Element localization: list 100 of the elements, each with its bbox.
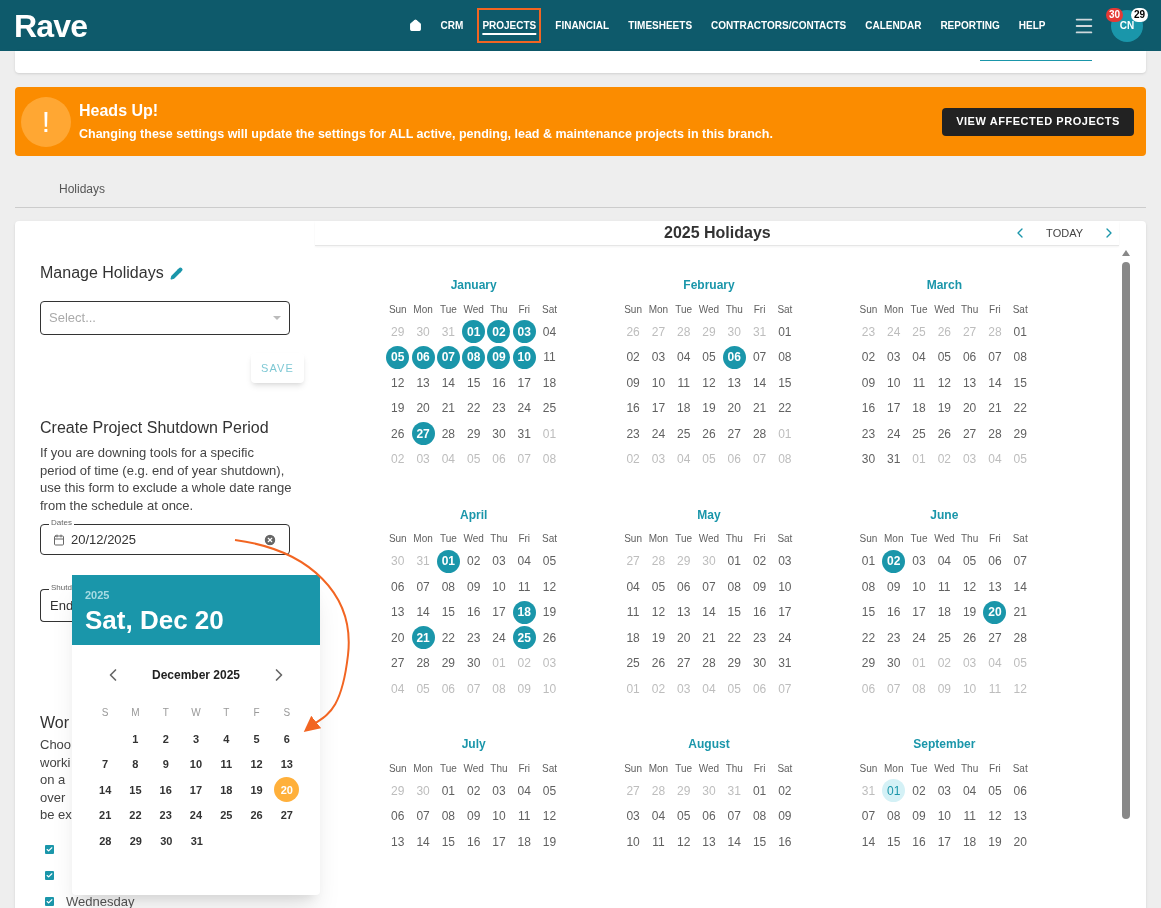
- nav-link[interactable]: CALENDAR: [860, 8, 927, 43]
- calendar-day[interactable]: 03: [487, 549, 511, 573]
- calendar-day[interactable]: 09: [462, 804, 486, 828]
- calendar-day[interactable]: 30: [882, 651, 906, 675]
- picker-day[interactable]: 13: [274, 751, 300, 777]
- calendar-day[interactable]: 08: [436, 804, 460, 828]
- calendar-day[interactable]: 23: [487, 396, 511, 420]
- calendar-day[interactable]: 13: [958, 371, 982, 395]
- picker-day[interactable]: 9: [153, 751, 179, 777]
- calendar-day[interactable]: 07: [411, 804, 435, 828]
- picker-day[interactable]: 4: [213, 726, 239, 752]
- calendar-day[interactable]: 19: [538, 830, 562, 854]
- calendar-day[interactable]: 01: [462, 320, 486, 344]
- nav-link[interactable]: PROJECTS: [477, 8, 542, 43]
- picker-day[interactable]: 5: [244, 726, 270, 752]
- picker-day[interactable]: 12: [244, 751, 270, 777]
- calendar-day[interactable]: 14: [697, 600, 721, 624]
- calendar-day[interactable]: 29: [436, 651, 460, 675]
- calendar-day[interactable]: 27: [411, 422, 435, 446]
- calendar-day[interactable]: 04: [512, 779, 536, 803]
- calendar-day[interactable]: 16: [621, 396, 645, 420]
- calendar-day[interactable]: 31: [773, 651, 797, 675]
- calendar-day[interactable]: 26: [646, 651, 670, 675]
- calendar-day[interactable]: 04: [958, 779, 982, 803]
- calendar-day[interactable]: 12: [672, 830, 696, 854]
- calendar-day[interactable]: 26: [538, 626, 562, 650]
- calendar-day[interactable]: 05: [697, 345, 721, 369]
- calendar-day[interactable]: 14: [856, 830, 880, 854]
- calendar-day[interactable]: 01: [1008, 320, 1032, 344]
- calendar-day[interactable]: 10: [512, 345, 536, 369]
- calendar-day[interactable]: 25: [932, 626, 956, 650]
- nav-link[interactable]: TIMESHEETS: [623, 8, 698, 43]
- calendar-day[interactable]: 17: [932, 830, 956, 854]
- calendar-day[interactable]: 09: [882, 575, 906, 599]
- calendar-day[interactable]: 04: [512, 549, 536, 573]
- calendar-day[interactable]: 04: [672, 345, 696, 369]
- calendar-day[interactable]: 20: [386, 626, 410, 650]
- today-button[interactable]: TODAY: [1046, 224, 1083, 242]
- calendar-day[interactable]: 03: [646, 345, 670, 369]
- calendar-day[interactable]: 15: [882, 830, 906, 854]
- calendar-day[interactable]: 09: [462, 575, 486, 599]
- calendar-day[interactable]: 01: [722, 549, 746, 573]
- calendar-day[interactable]: 24: [907, 626, 931, 650]
- calendar-day[interactable]: 05: [386, 345, 410, 369]
- calendar-day[interactable]: 19: [538, 600, 562, 624]
- calendar-day[interactable]: 17: [487, 600, 511, 624]
- calendar-day[interactable]: 04: [932, 549, 956, 573]
- calendar-day[interactable]: 12: [386, 371, 410, 395]
- calendar-day[interactable]: 18: [512, 830, 536, 854]
- nav-link[interactable]: HELP: [1013, 8, 1051, 43]
- calendar-day[interactable]: 09: [621, 371, 645, 395]
- calendar-day[interactable]: 21: [983, 396, 1007, 420]
- calendar-day[interactable]: 18: [672, 396, 696, 420]
- nav-link[interactable]: CRM: [435, 8, 469, 43]
- calendar-day[interactable]: 14: [983, 371, 1007, 395]
- picker-day[interactable]: 25: [213, 802, 239, 828]
- picker-day[interactable]: 30: [153, 828, 179, 854]
- home-icon[interactable]: [409, 19, 423, 32]
- calendar-day[interactable]: 25: [538, 396, 562, 420]
- calendar-day[interactable]: 06: [386, 804, 410, 828]
- calendar-day[interactable]: 12: [538, 575, 562, 599]
- calendar-day[interactable]: 23: [856, 422, 880, 446]
- nav-link[interactable]: FINANCIAL: [550, 8, 615, 43]
- calendar-day[interactable]: 12: [538, 804, 562, 828]
- calendar-day[interactable]: 24: [773, 626, 797, 650]
- calendar-day[interactable]: 11: [512, 575, 536, 599]
- calendar-day[interactable]: 15: [856, 600, 880, 624]
- calendar-day[interactable]: 18: [621, 626, 645, 650]
- calendar-day[interactable]: 07: [748, 345, 772, 369]
- calendar-day[interactable]: 24: [512, 396, 536, 420]
- calendar-day[interactable]: 08: [856, 575, 880, 599]
- calendar-day[interactable]: 03: [773, 549, 797, 573]
- calendar-day[interactable]: 08: [462, 345, 486, 369]
- calendar-day[interactable]: 26: [697, 422, 721, 446]
- calendar-day[interactable]: 16: [773, 830, 797, 854]
- calendar-day[interactable]: 20: [1008, 830, 1032, 854]
- picker-day[interactable]: 26: [244, 802, 270, 828]
- calendar-day[interactable]: 01: [773, 320, 797, 344]
- picker-day[interactable]: 21: [92, 802, 118, 828]
- picker-day[interactable]: 2: [153, 726, 179, 752]
- calendar-day[interactable]: 10: [882, 371, 906, 395]
- calendar-day[interactable]: 06: [386, 575, 410, 599]
- calendar-day[interactable]: 07: [1008, 549, 1032, 573]
- calendar-day[interactable]: 18: [958, 830, 982, 854]
- calendar-day[interactable]: 11: [932, 575, 956, 599]
- calendar-day[interactable]: 06: [672, 575, 696, 599]
- calendar-day[interactable]: 04: [621, 575, 645, 599]
- calendar-day[interactable]: 19: [983, 830, 1007, 854]
- calendar-day[interactable]: 02: [487, 320, 511, 344]
- calendar-day[interactable]: 30: [462, 651, 486, 675]
- calendar-day[interactable]: 12: [958, 575, 982, 599]
- calendar-day[interactable]: 30: [856, 447, 880, 471]
- calendar-day[interactable]: 21: [697, 626, 721, 650]
- calendar-day[interactable]: 28: [983, 422, 1007, 446]
- calendar-day[interactable]: 27: [958, 422, 982, 446]
- calendar-day[interactable]: 15: [748, 830, 772, 854]
- calendar-day[interactable]: 18: [932, 600, 956, 624]
- picker-day[interactable]: 28: [92, 828, 118, 854]
- calendar-day[interactable]: 29: [722, 651, 746, 675]
- calendar-day[interactable]: 16: [882, 600, 906, 624]
